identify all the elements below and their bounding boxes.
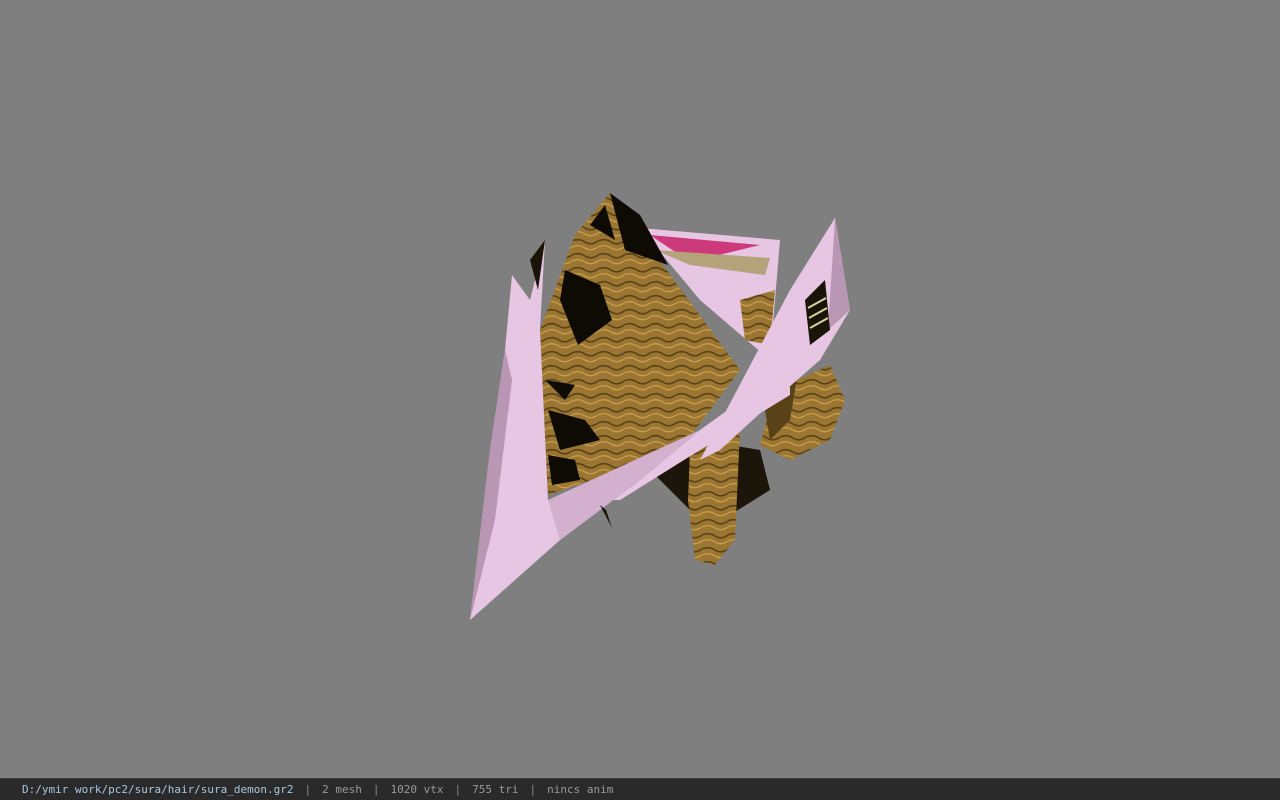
- status-separator: |: [304, 783, 312, 796]
- 3d-viewport[interactable]: [0, 0, 1280, 778]
- status-separator: |: [372, 783, 380, 796]
- file-path: D:/ymir work/pc2/sura/hair/sura_demon.gr…: [22, 783, 294, 796]
- triangle-count: 755 tri: [472, 783, 519, 796]
- status-separator: |: [454, 783, 462, 796]
- mesh-count: 2 mesh: [322, 783, 362, 796]
- animation-status: nincs anim: [547, 783, 614, 796]
- status-separator: |: [529, 783, 537, 796]
- vertex-count: 1020 vtx: [390, 783, 444, 796]
- model-render: [470, 193, 850, 620]
- status-bar: D:/ymir work/pc2/sura/hair/sura_demon.gr…: [0, 778, 1280, 800]
